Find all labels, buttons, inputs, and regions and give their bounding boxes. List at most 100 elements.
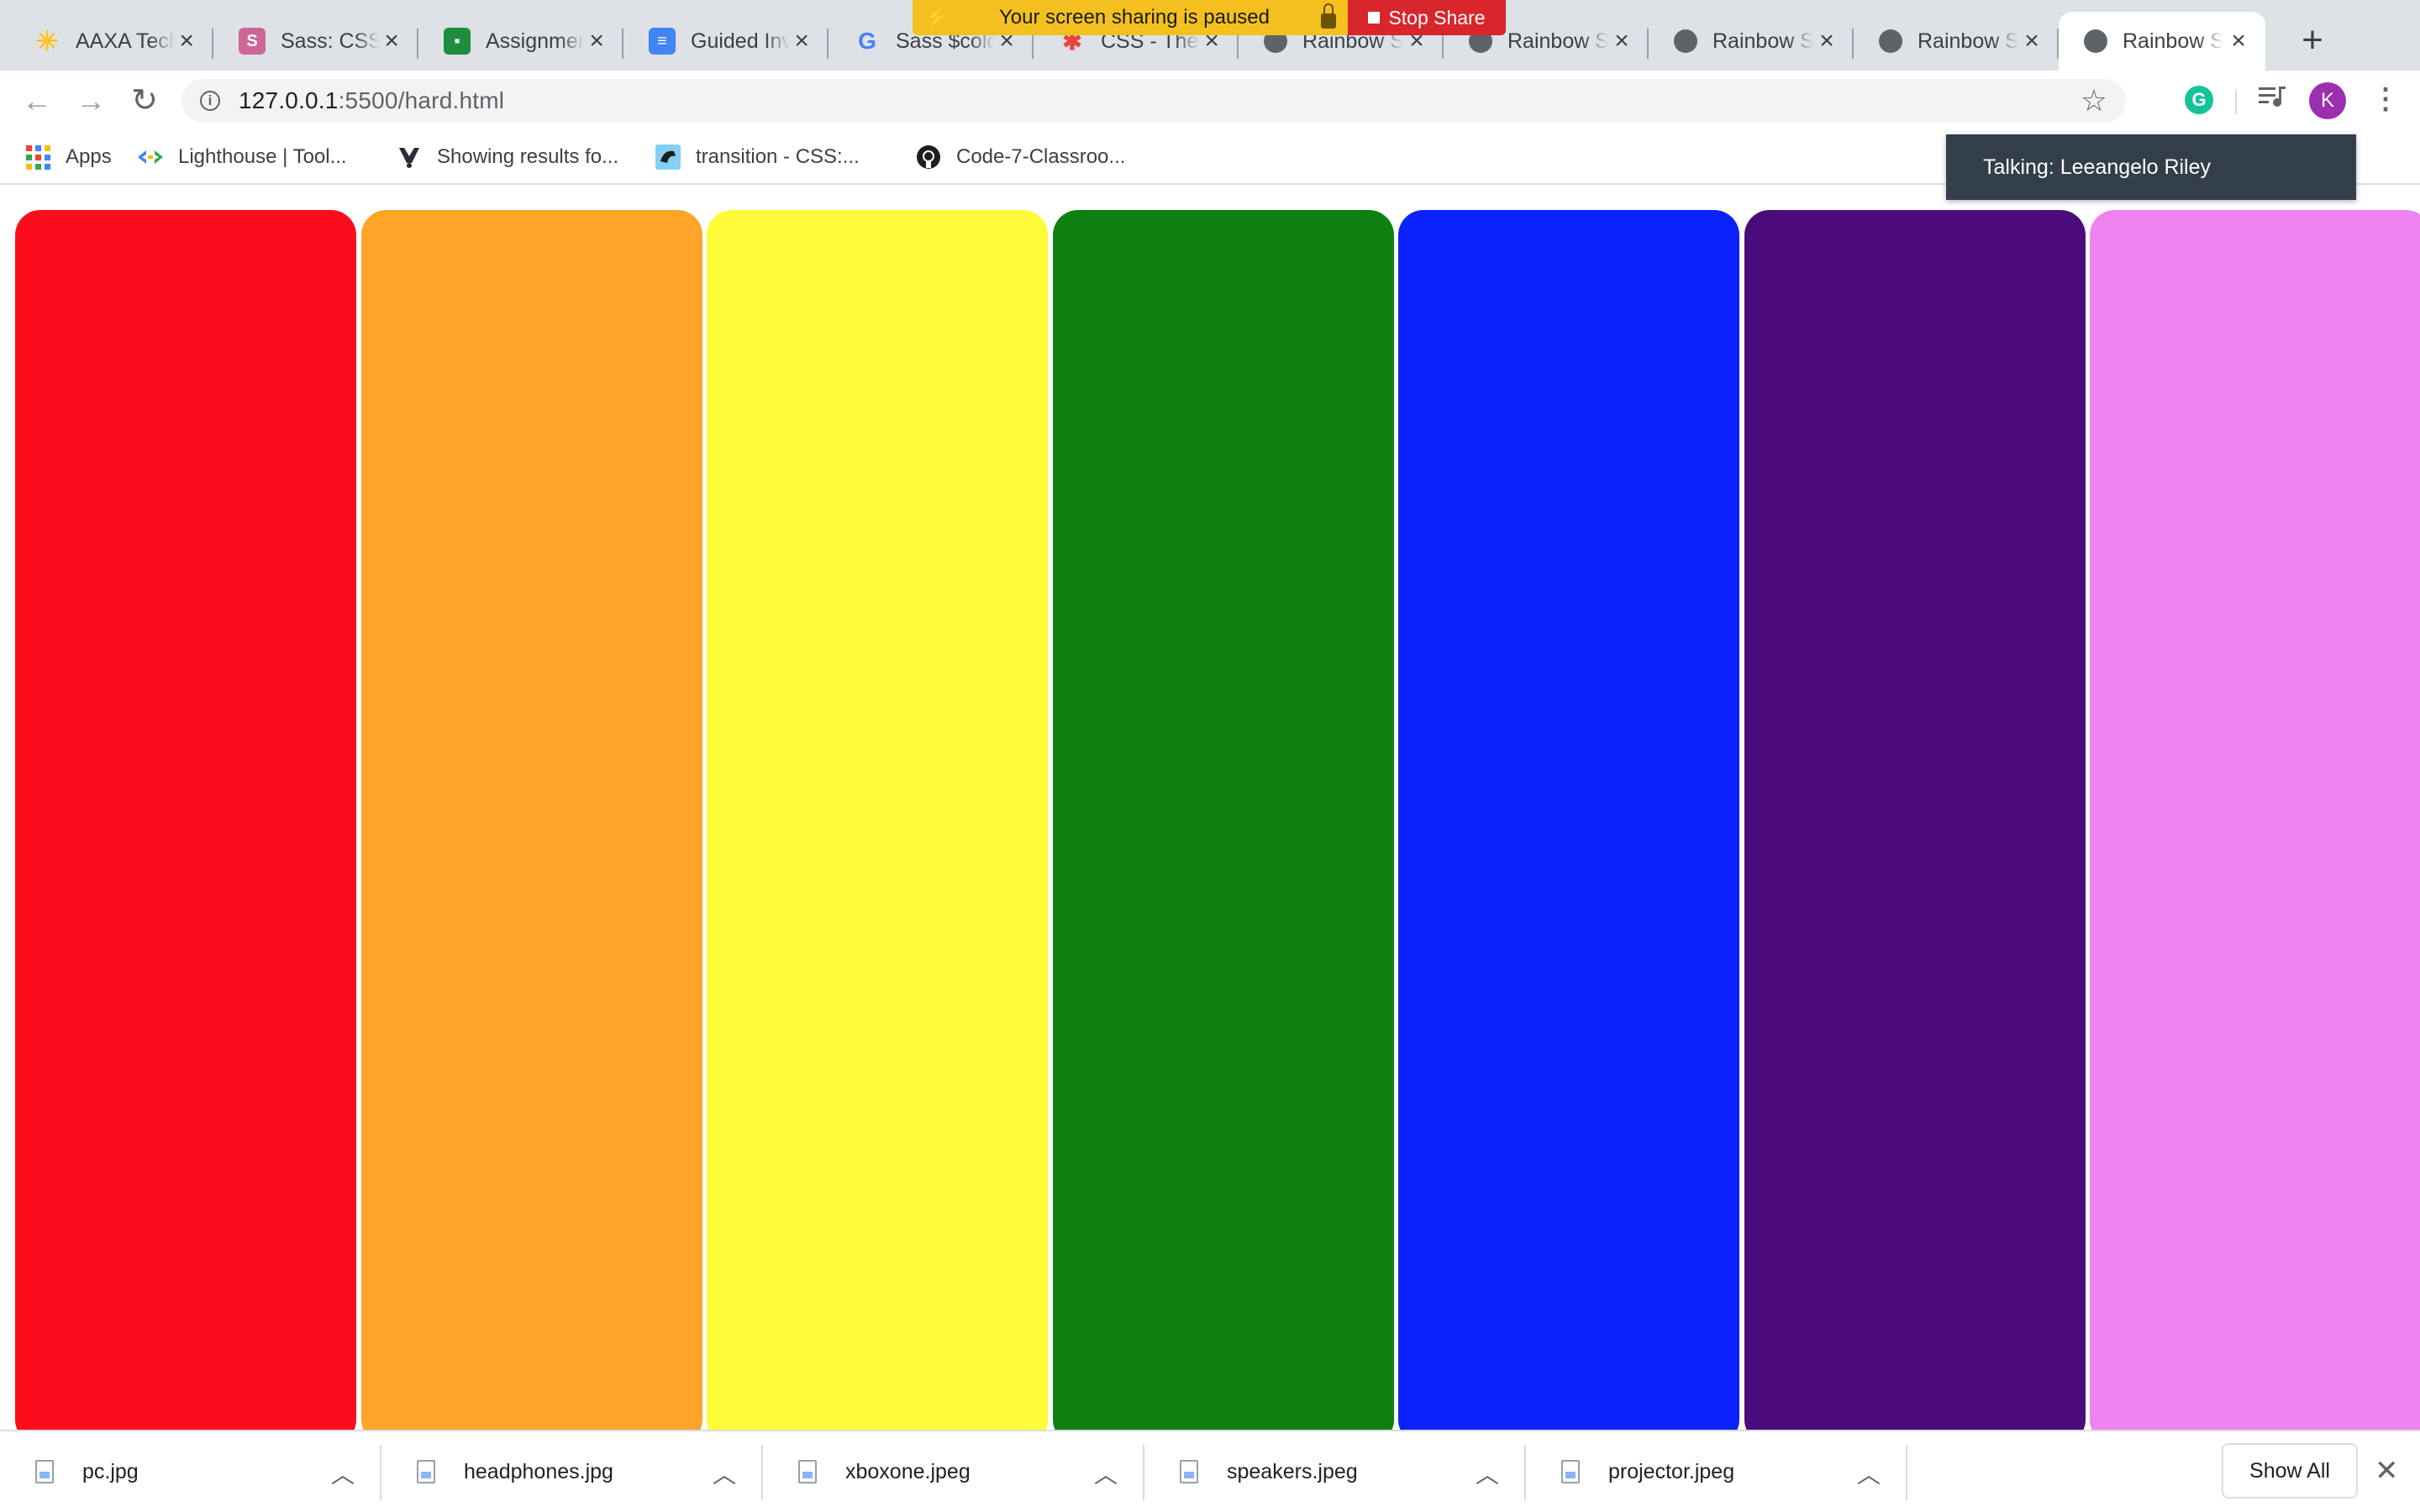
tab-close-icon[interactable]: × — [790, 29, 813, 54]
browser-tab[interactable]: Rainbow S × — [1649, 12, 1854, 71]
tab-title: AAXA Tech — [76, 29, 176, 53]
image-file-icon — [1561, 1460, 1580, 1483]
zoom-talking-indicator: Talking: Leeangelo Riley — [1946, 134, 2356, 200]
new-tab-button[interactable]: + — [2292, 20, 2333, 60]
tab-title: Rainbow S — [2123, 29, 2223, 53]
rainbow-stripe-violet — [2090, 210, 2420, 1430]
media-controls-icon[interactable] — [2259, 84, 2287, 118]
stackoverflow-icon — [397, 144, 422, 170]
tab-close-icon[interactable]: × — [1815, 29, 1839, 54]
show-all-downloads-button[interactable]: Show All — [2222, 1443, 2358, 1499]
classroom-icon: ▪ — [444, 28, 471, 55]
back-arrow-icon[interactable]: ← — [17, 81, 57, 121]
site-info-icon[interactable]: i — [200, 91, 220, 111]
download-filename: pc.jpg — [82, 1459, 139, 1483]
browser-tab[interactable]: ≡ Guided Inv × — [623, 12, 829, 71]
chevron-up-icon[interactable]: ︿ — [713, 1457, 736, 1490]
google-icon: G — [858, 28, 876, 54]
bookmark-label: Lighthouse | Tool... — [178, 145, 347, 168]
url-host: 127.0.0.1 — [239, 87, 339, 113]
bookmark-label: Showing results fo... — [437, 145, 619, 168]
bookmark-label: Apps — [66, 145, 112, 168]
rainbow-stripe-orange — [360, 210, 702, 1430]
stop-share-label: Stop Share — [1388, 6, 1486, 29]
globe-icon — [2084, 29, 2107, 53]
globe-icon — [1674, 29, 1697, 53]
rainbow-stripe-green — [1052, 210, 1394, 1430]
bookmark-label: transition - CSS:... — [696, 145, 860, 168]
bookmark-star-icon[interactable]: ☆ — [2081, 84, 2107, 118]
tab-title: Rainbow S — [1918, 29, 2018, 53]
bookmark-transition-css[interactable]: transition - CSS:... — [655, 131, 860, 183]
tab-close-icon[interactable]: × — [175, 29, 198, 54]
download-filename: speakers.jpeg — [1227, 1459, 1358, 1483]
download-item[interactable]: speakers.jpeg ︿ — [1144, 1431, 1526, 1512]
download-shelf: pc.jpg ︿ headphones.jpg ︿ xboxone.jpeg ︿ speak… — [0, 1430, 2420, 1512]
tab-close-icon[interactable]: × — [1610, 29, 1634, 54]
kebab-menu-icon[interactable]: ⋮ — [2371, 82, 2400, 119]
tab-title: Rainbow S — [1712, 29, 1813, 53]
globe-icon — [1879, 29, 1902, 53]
tab-close-icon[interactable]: × — [2020, 29, 2044, 54]
download-filename: headphones.jpg — [464, 1459, 613, 1483]
download-item[interactable]: headphones.jpg ︿ — [381, 1431, 763, 1512]
share-status: ⚡ Your screen sharing is paused — [913, 0, 1348, 35]
browser-tab[interactable]: Rainbow S × — [2059, 12, 2265, 71]
browser-tab[interactable]: ✳ AAXA Tech × — [8, 12, 213, 71]
profile-avatar[interactable]: K — [2309, 82, 2346, 119]
bookmark-apps[interactable]: Apps — [25, 131, 112, 183]
image-file-icon — [798, 1460, 817, 1483]
chevron-up-icon[interactable]: ︿ — [1094, 1457, 1118, 1490]
github-icon — [916, 144, 941, 170]
zoom-bolt-icon: ⚡ — [924, 6, 950, 29]
chevron-up-icon[interactable]: ︿ — [1857, 1457, 1881, 1490]
toolbar-divider — [2235, 89, 2237, 114]
close-icon[interactable]: ✕ — [2375, 1452, 2399, 1490]
screen-share-banner: ⚡ Your screen sharing is paused Stop Sha… — [913, 0, 1506, 35]
download-filename: xboxone.jpeg — [845, 1459, 971, 1483]
tab-close-icon[interactable]: × — [2227, 29, 2250, 54]
browser-tab[interactable]: S Sass: CSS × — [213, 12, 418, 71]
apps-grid-icon — [25, 144, 50, 170]
page-viewport — [0, 185, 2420, 1430]
bookmark-showing-results[interactable]: Showing results fo... — [397, 131, 618, 183]
download-filename: projector.jpeg — [1608, 1459, 1735, 1483]
tab-title: Assignment — [486, 29, 586, 53]
url-text[interactable]: 127.0.0.1:5500/hard.html — [239, 87, 504, 114]
browser-tab[interactable]: Rainbow S × — [1854, 12, 2059, 71]
chevron-up-icon[interactable]: ︿ — [1476, 1457, 1499, 1490]
download-item[interactable]: xboxone.jpeg ︿ — [763, 1431, 1144, 1512]
image-file-icon — [1180, 1460, 1198, 1483]
rainbow-stripe-indigo — [1744, 210, 2086, 1430]
forward-arrow-icon[interactable]: → — [71, 81, 111, 121]
sass-icon: S — [239, 28, 266, 55]
address-bar[interactable]: i 127.0.0.1:5500/hard.html ☆ — [182, 79, 2126, 123]
image-file-icon — [35, 1460, 54, 1483]
tab-close-icon[interactable]: × — [585, 29, 608, 54]
download-item[interactable]: pc.jpg ︿ — [0, 1431, 381, 1512]
stop-share-button[interactable]: Stop Share — [1348, 0, 1506, 35]
download-item[interactable]: projector.jpeg ︿ — [1526, 1431, 1907, 1512]
image-file-icon — [417, 1460, 435, 1483]
chevron-up-icon[interactable]: ︿ — [331, 1457, 355, 1490]
grammarly-extension-icon[interactable]: G — [2185, 86, 2213, 114]
walmart-spark-icon: ✳ — [35, 26, 59, 56]
share-status-text: Your screen sharing is paused — [999, 6, 1270, 29]
rainbow-stripe-blue — [1398, 210, 1739, 1430]
mdn-icon — [655, 144, 681, 170]
bookmark-lighthouse[interactable]: Lighthouse | Tool... — [138, 131, 347, 183]
download-separator — [1906, 1445, 1907, 1500]
bookmark-code-7-classroom[interactable]: Code-7-Classroo... — [916, 131, 1125, 183]
docs-icon: ≡ — [649, 28, 676, 55]
browser-toolbar: ← → ↻ i 127.0.0.1:5500/hard.html ☆ G K ⋮ — [0, 71, 2420, 131]
lock-icon[interactable] — [1321, 3, 1336, 29]
tab-title: Guided Inv — [691, 29, 791, 53]
tab-title: Sass: CSS — [281, 29, 381, 53]
tab-close-icon[interactable]: × — [380, 29, 403, 54]
browser-tab[interactable]: ▪ Assignment × — [418, 12, 623, 71]
rainbow-stripe-red — [15, 210, 356, 1430]
stop-icon — [1368, 12, 1381, 24]
reload-icon[interactable]: ↻ — [124, 81, 165, 121]
lighthouse-icon — [138, 144, 163, 170]
url-path: :5500/hard.html — [338, 87, 505, 113]
